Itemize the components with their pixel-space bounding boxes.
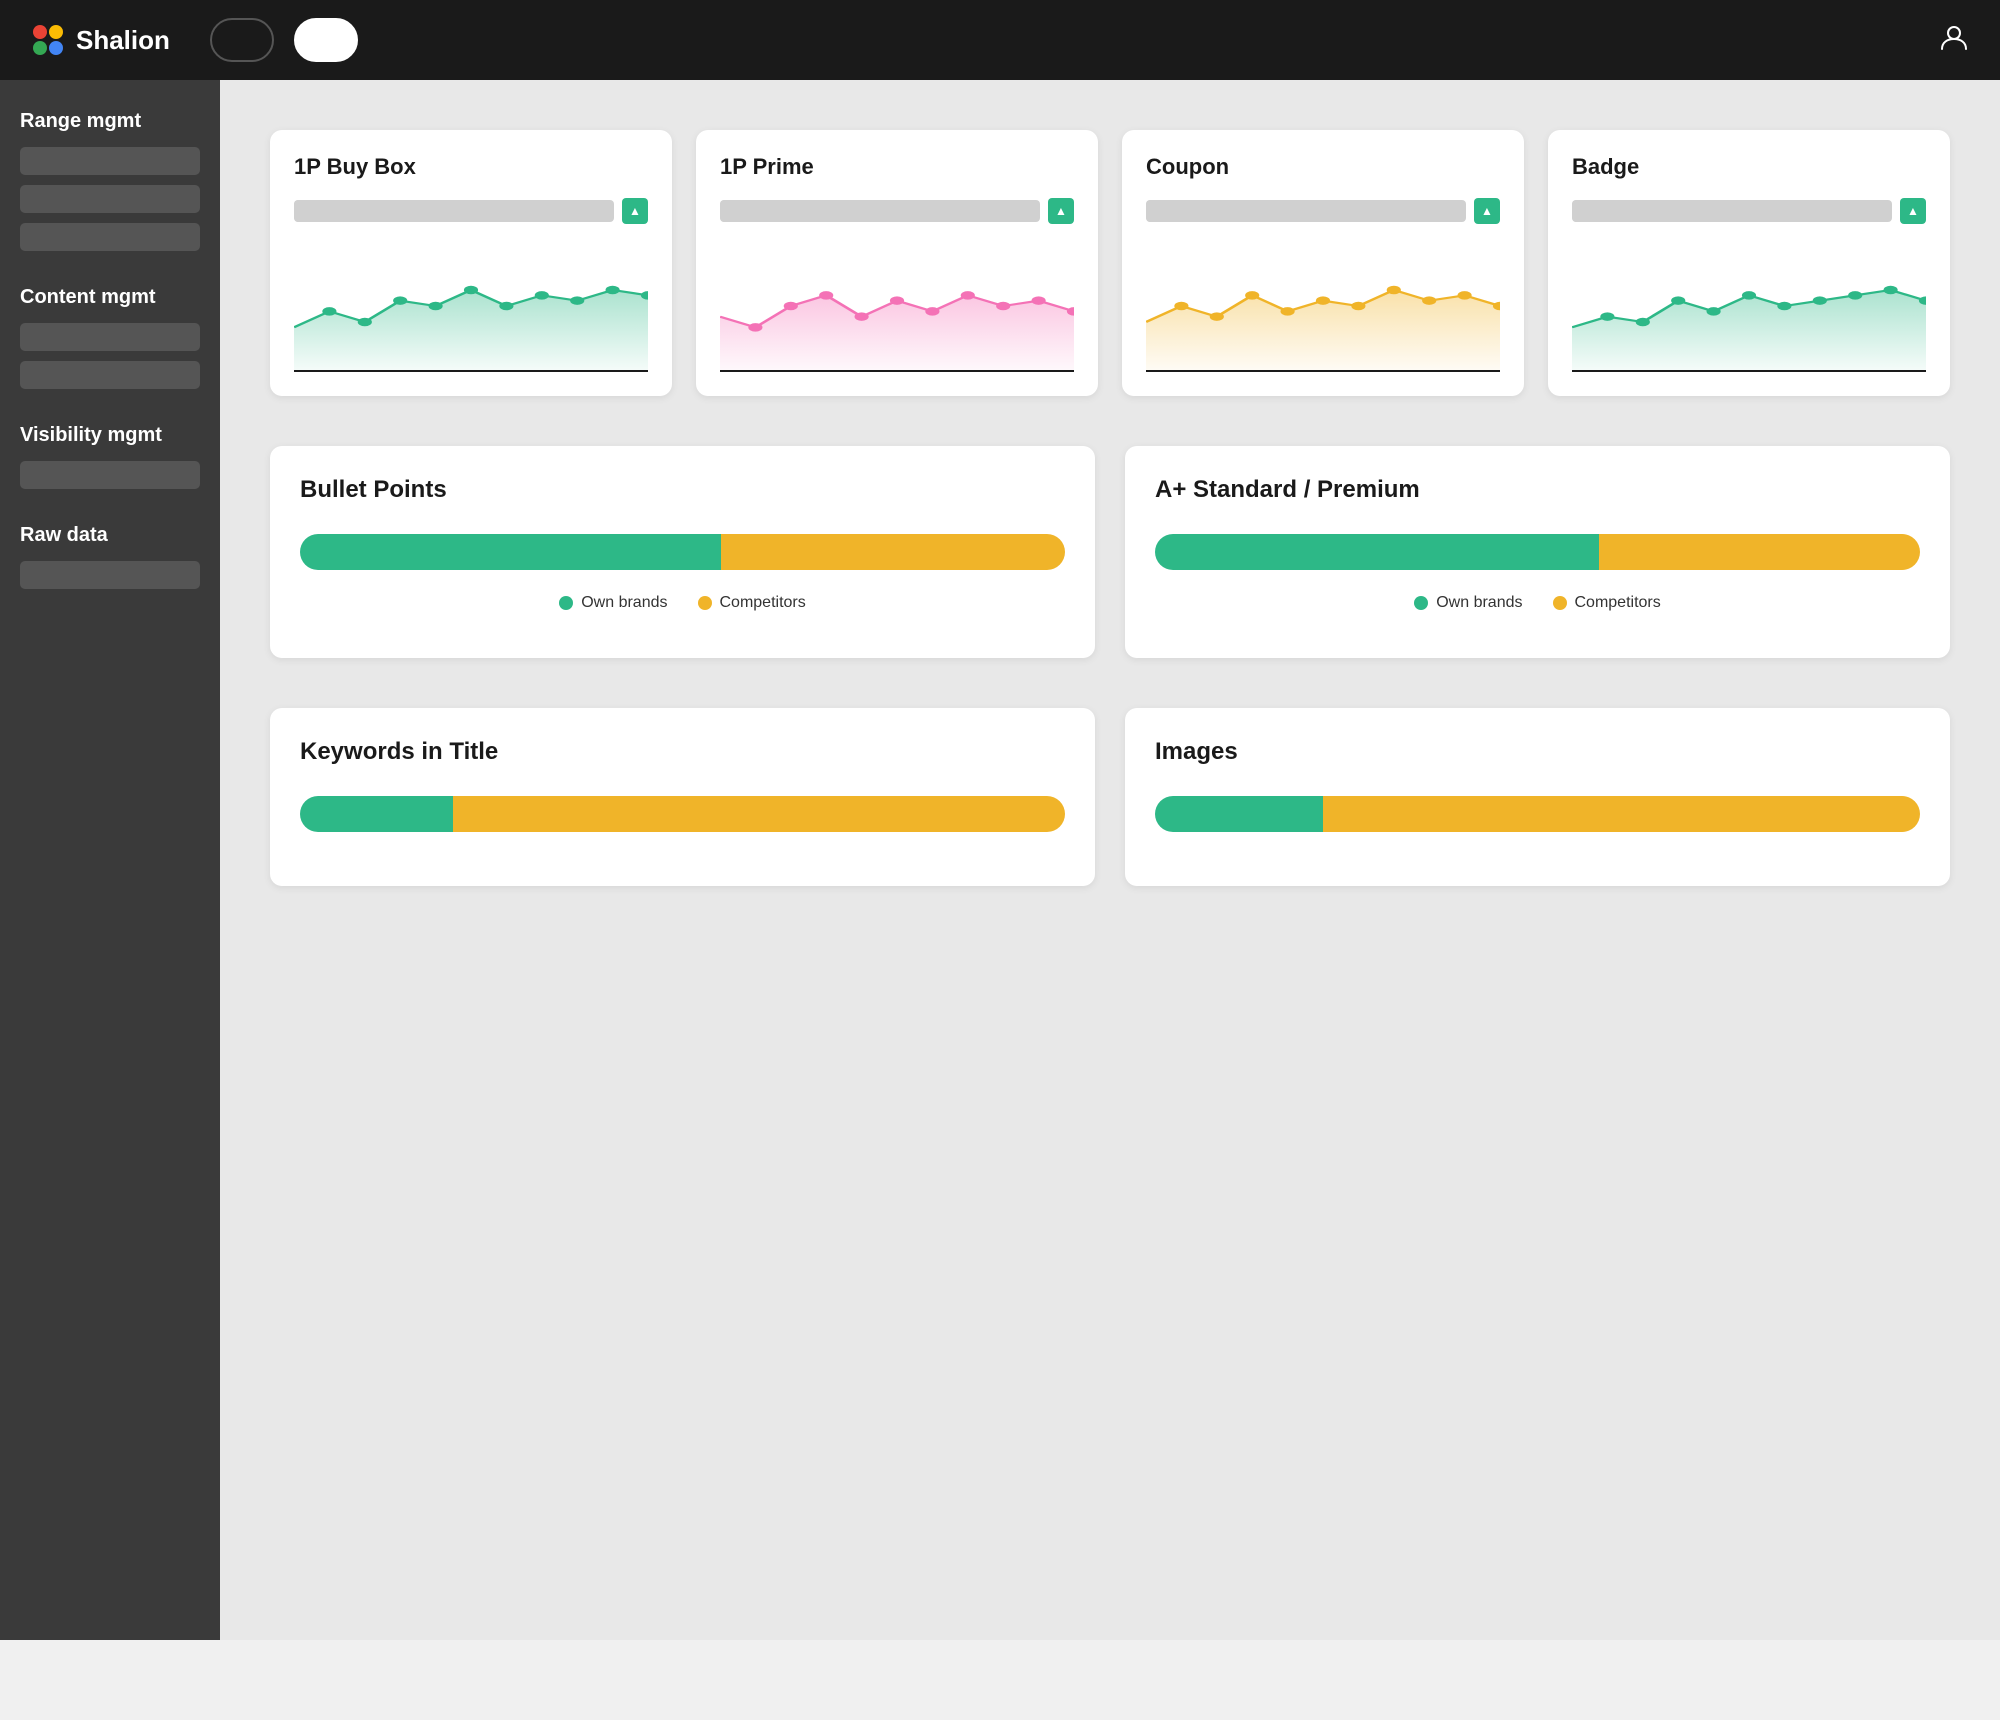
images-progress [1155, 796, 1920, 832]
a-plus-comp-label: Competitors [1575, 594, 1661, 612]
card-coupon-bar-fill [1146, 200, 1370, 222]
card-coupon-title: Coupon [1146, 154, 1500, 180]
card-a-plus: A+ Standard / Premium Own brands Co [1125, 446, 1950, 658]
a-plus-comp-dot [1553, 596, 1567, 610]
a-plus-progress: Own brands Competitors [1155, 534, 1920, 612]
header-btn-1[interactable] [210, 18, 274, 62]
a-plus-legend-own: Own brands [1414, 594, 1522, 612]
card-1p-buy-box-bar-container: ▲ [294, 198, 648, 224]
card-badge-arrow: ▲ [1900, 198, 1926, 224]
sidebar-section-content: Content mgmt [20, 286, 200, 389]
metric-cards-row: 1P Buy Box ▲ [270, 130, 1950, 396]
logo: Shalion [30, 22, 170, 58]
sidebar-item-raw-1[interactable] [20, 561, 200, 589]
sidebar-item-content-1[interactable] [20, 323, 200, 351]
card-1p-prime-chart [720, 242, 1074, 372]
sidebar-title-visibility: Visibility mgmt [20, 424, 200, 447]
card-coupon-arrow: ▲ [1474, 198, 1500, 224]
card-coupon-bar-bg [1146, 200, 1466, 222]
card-coupon: Coupon ▲ [1122, 130, 1524, 396]
card-badge: Badge ▲ [1548, 130, 1950, 396]
user-avatar-icon [1938, 21, 1970, 53]
card-coupon-chart [1146, 242, 1500, 372]
own-brands-dot [559, 596, 573, 610]
card-1p-buy-box-chart [294, 242, 648, 372]
competitors-label: Competitors [720, 594, 806, 612]
logo-icon [30, 22, 66, 58]
sidebar-section-visibility: Visibility mgmt [20, 424, 200, 489]
sidebar-title-raw: Raw data [20, 524, 200, 547]
card-bullet-points: Bullet Points Own brands Competitor [270, 446, 1095, 658]
card-badge-title: Badge [1572, 154, 1926, 180]
card-badge-bar-bg [1572, 200, 1892, 222]
bullet-points-legend-comp: Competitors [698, 594, 806, 612]
card-images-title: Images [1155, 738, 1920, 766]
a-plus-own-dot [1414, 596, 1428, 610]
card-badge-bar-container: ▲ [1572, 198, 1926, 224]
card-keywords-title: Keywords in Title [270, 708, 1095, 886]
card-coupon-bar-container: ▲ [1146, 198, 1500, 224]
card-images: Images [1125, 708, 1950, 886]
header-btn-2[interactable] [294, 18, 358, 62]
bullet-points-legend-own: Own brands [559, 594, 667, 612]
bullet-points-progress: Own brands Competitors [300, 534, 1065, 612]
card-1p-prime-title: 1P Prime [720, 154, 1074, 180]
sidebar-item-range-1[interactable] [20, 147, 200, 175]
logo-text: Shalion [76, 25, 170, 56]
main-layout: Range mgmt Content mgmt Visibility mgmt … [0, 80, 2000, 1640]
sidebar-item-content-2[interactable] [20, 361, 200, 389]
bullet-points-legend: Own brands Competitors [300, 594, 1065, 612]
main-content: 1P Buy Box ▲ [220, 80, 2000, 1640]
sidebar: Range mgmt Content mgmt Visibility mgmt … [0, 80, 220, 1640]
keywords-progress [300, 796, 1065, 832]
sidebar-section-raw: Raw data [20, 524, 200, 589]
own-brands-label: Own brands [581, 594, 667, 612]
sidebar-title-range: Range mgmt [20, 110, 200, 133]
card-a-plus-title: A+ Standard / Premium [1155, 476, 1920, 504]
a-plus-own-label: Own brands [1436, 594, 1522, 612]
a-plus-legend-comp: Competitors [1553, 594, 1661, 612]
card-1p-buy-box-bar-fill [294, 200, 534, 222]
sidebar-section-range: Range mgmt [20, 110, 200, 251]
header: Shalion [0, 0, 2000, 80]
card-badge-chart [1572, 242, 1926, 372]
card-1p-prime-bar-container: ▲ [720, 198, 1074, 224]
a-plus-legend: Own brands Competitors [1155, 594, 1920, 612]
sidebar-item-visibility-1[interactable] [20, 461, 200, 489]
card-badge-bar-fill [1572, 200, 1828, 222]
card-1p-buy-box-bar-bg [294, 200, 614, 222]
wide-section-row2: Keywords in Title Images [270, 708, 1950, 886]
card-1p-buy-box-title: 1P Buy Box [294, 154, 648, 180]
card-1p-prime: 1P Prime ▲ [696, 130, 1098, 396]
card-keywords-title-label: Keywords in Title [300, 738, 1065, 766]
sidebar-item-range-3[interactable] [20, 223, 200, 251]
card-bullet-points-title: Bullet Points [300, 476, 1065, 504]
card-1p-prime-bar-bg [720, 200, 1040, 222]
user-icon[interactable] [1938, 21, 1970, 60]
sidebar-item-range-2[interactable] [20, 185, 200, 213]
card-1p-buy-box: 1P Buy Box ▲ [270, 130, 672, 396]
competitors-dot [698, 596, 712, 610]
card-1p-buy-box-arrow: ▲ [622, 198, 648, 224]
wide-section-row1: Bullet Points Own brands Competitor [270, 446, 1950, 658]
card-1p-prime-arrow: ▲ [1048, 198, 1074, 224]
sidebar-title-content: Content mgmt [20, 286, 200, 309]
card-1p-prime-bar-fill [720, 200, 950, 222]
